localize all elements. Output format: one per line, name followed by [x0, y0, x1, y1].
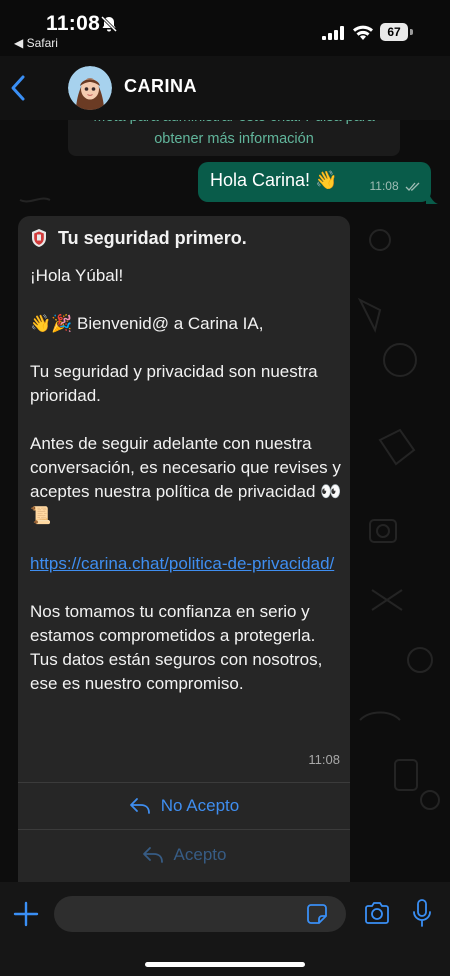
reject-button-label: No Acepto [160, 796, 240, 815]
reply-icon [129, 798, 150, 814]
back-to-safari-link[interactable]: ◀ Safari [14, 36, 58, 50]
message-body: ¡Hola Yúbal! 👋🎉 Bienvenid@ a Carina IA, … [30, 264, 345, 696]
incoming-message-content: Tu seguridad primero. ¡Hola Yúbal! 👋🎉 Bi… [30, 226, 345, 720]
incoming-message-time: 11:08 [308, 752, 340, 767]
bell-slash-icon [100, 15, 118, 33]
chevron-left-icon[interactable] [6, 73, 30, 103]
plus-icon[interactable] [12, 900, 40, 928]
reply-icon [142, 847, 163, 863]
home-indicator [145, 962, 305, 967]
incoming-message[interactable]: Tu seguridad primero. ¡Hola Yúbal! 👋🎉 Bi… [18, 216, 350, 892]
accept-button[interactable]: Acepto [18, 830, 350, 880]
outgoing-message[interactable]: Hola Carina! 👋 11:08 [198, 162, 431, 202]
outgoing-message-meta: 11:08 [370, 179, 421, 193]
message-input[interactable] [54, 896, 346, 932]
microphone-icon[interactable] [412, 898, 432, 928]
outgoing-bubble-tail [426, 196, 438, 204]
chat-header: CARINA [0, 56, 450, 120]
shield-icon [32, 229, 46, 247]
camera-icon[interactable] [364, 901, 390, 925]
accept-button-label: Acepto [173, 845, 227, 864]
avatar[interactable] [68, 66, 112, 110]
cellular-signal-icon [322, 26, 344, 40]
message-greeting: ¡Hola Yúbal! [30, 266, 124, 285]
system-notice-line1: Meta para administrar este chat. Pulsa p… [74, 120, 394, 128]
message-title-text: Tu seguridad primero. [58, 228, 247, 248]
message-security: Tu seguridad y privacidad son nuestra pr… [30, 362, 318, 405]
message-trust: Nos tomamos tu confianza en serio y esta… [30, 602, 323, 693]
system-notice-line2: obtener más información [154, 131, 314, 147]
reject-button[interactable]: No Acepto [18, 783, 350, 829]
battery-level: 67 [380, 23, 408, 41]
input-bar [0, 882, 450, 976]
status-time: 11:08 [46, 12, 101, 35]
chat-area[interactable]: Meta para administrar este chat. Pulsa p… [0, 120, 450, 892]
message-welcome: 👋🎉 Bienvenid@ a Carina IA, [30, 314, 264, 333]
battery-tip [410, 29, 413, 35]
outgoing-message-text: Hola Carina! 👋 [210, 170, 338, 190]
sticker-icon[interactable] [306, 903, 328, 925]
status-bar: 11:08 ◀ Safari 67 [0, 0, 450, 56]
message-title: Tu seguridad primero. [30, 226, 345, 250]
privacy-policy-link[interactable]: https://carina.chat/politica-de-privacid… [30, 554, 334, 573]
outgoing-message-time: 11:08 [369, 179, 399, 193]
system-notice[interactable]: Meta para administrar este chat. Pulsa p… [68, 120, 400, 156]
contact-name[interactable]: CARINA [124, 76, 197, 97]
wifi-icon [353, 25, 373, 40]
message-before: Antes de seguir adelante con nuestra con… [30, 434, 342, 525]
double-check-icon [405, 182, 420, 191]
